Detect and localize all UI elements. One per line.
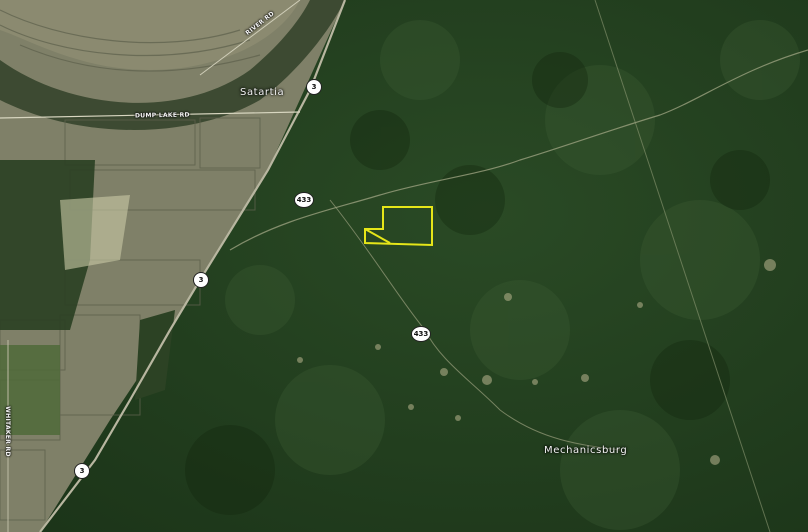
highway-3-shield: 3 bbox=[74, 463, 90, 479]
highway-433-shield: 433 bbox=[294, 192, 314, 208]
highway-3-shield: 3 bbox=[193, 272, 209, 288]
highway-3-shield: 3 bbox=[306, 79, 322, 95]
road-label-whitaker-rd: WHITAKER RD bbox=[3, 406, 11, 457]
highway-433-shield: 433 bbox=[411, 326, 431, 342]
satellite-imagery bbox=[0, 0, 808, 532]
town-label-satartia: Satartia bbox=[240, 87, 285, 98]
satellite-map[interactable]: Satartia Mechanicsburg DUMP LAKE RD RIVE… bbox=[0, 0, 808, 532]
road-label-dump-lake-rd: DUMP LAKE RD bbox=[134, 111, 190, 120]
town-label-mechanicsburg: Mechanicsburg bbox=[544, 445, 628, 456]
